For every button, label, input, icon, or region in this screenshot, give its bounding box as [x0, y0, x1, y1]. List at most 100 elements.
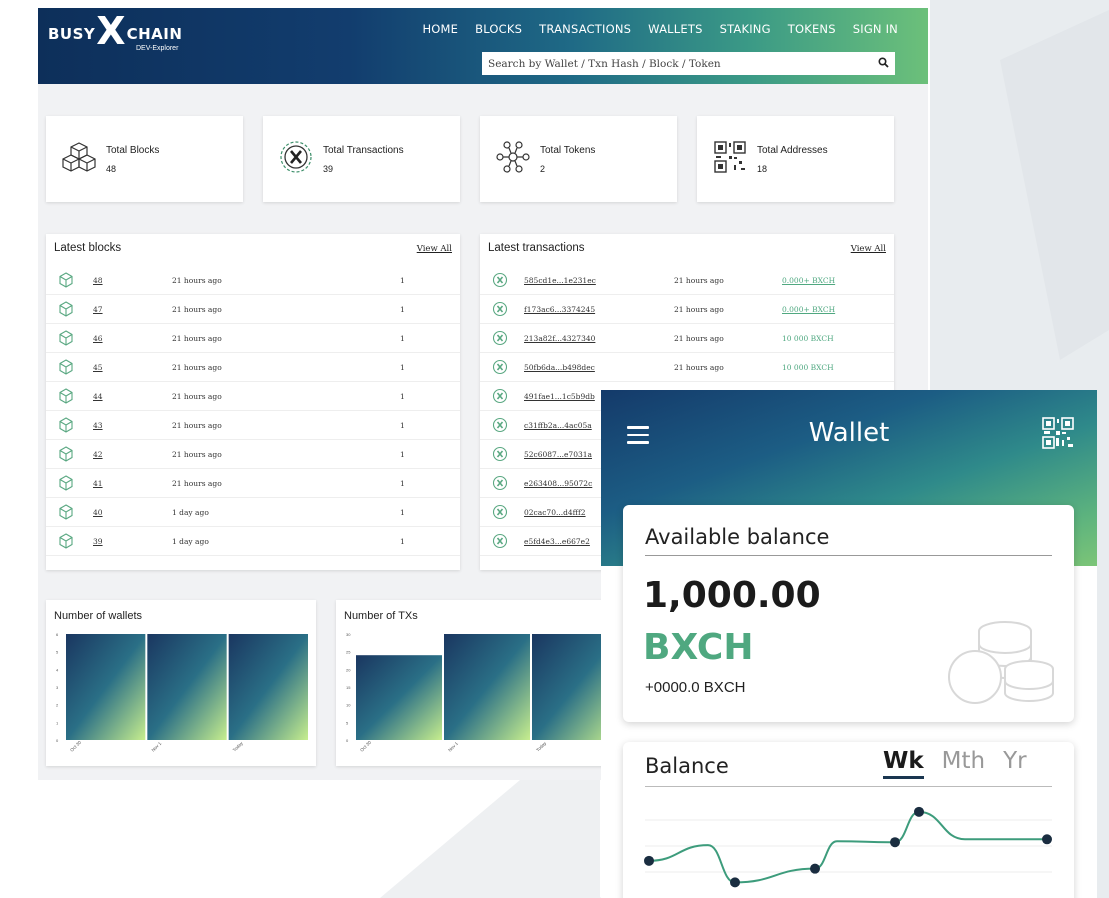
- tx-x-icon: [492, 475, 508, 491]
- bar: [228, 634, 308, 740]
- stat-label: Total Tokens: [540, 145, 596, 156]
- tx-x-icon: [492, 330, 508, 346]
- block-age: 21 hours ago: [172, 420, 222, 430]
- stat-total-addresses: Total Addresses 18: [697, 116, 894, 202]
- search-input[interactable]: [488, 57, 878, 70]
- block-number-link[interactable]: 47: [93, 305, 103, 314]
- block-age: 21 hours ago: [172, 275, 222, 285]
- wallets-chart-card: 0 1 2 3 4 5 6 Oct 30 Nov 1 Today Number of wallet…: [46, 600, 316, 766]
- y-tick-label: 4: [56, 667, 59, 672]
- bar: [147, 634, 227, 740]
- block-number-link[interactable]: 41: [93, 479, 103, 488]
- tx-amount: 0.000+ BXCH: [782, 304, 836, 314]
- tx-hash-link[interactable]: f173ac6...3374245: [524, 305, 595, 314]
- x-tick-label: Oct 30: [359, 739, 372, 752]
- bar: [356, 655, 442, 740]
- coins-icon: [948, 621, 1054, 704]
- view-all-blocks-link[interactable]: View All: [417, 244, 452, 254]
- view-all-transactions-link[interactable]: View All: [851, 244, 886, 254]
- block-tx-count: 1: [400, 449, 405, 459]
- tx-x-icon: [492, 272, 508, 288]
- qr-icon: [714, 141, 746, 173]
- data-point[interactable]: [890, 837, 900, 848]
- nav-home[interactable]: HOME: [422, 22, 458, 36]
- stat-total-transactions: Total Transactions 39: [263, 116, 460, 202]
- block-number-link[interactable]: 44: [93, 392, 103, 401]
- block-cube-icon: [59, 446, 73, 462]
- busychain-logo[interactable]: BUSY X CHAIN: [48, 12, 182, 50]
- tx-hash-link[interactable]: 213a82f...4327340: [524, 334, 595, 343]
- balance-amount: 1,000.00: [643, 575, 821, 616]
- block-age: 21 hours ago: [172, 333, 222, 343]
- block-row: 47 21 hours ago 1: [46, 295, 460, 324]
- block-number-link[interactable]: 45: [93, 363, 103, 372]
- block-cube-icon: [59, 330, 73, 346]
- block-number-link[interactable]: 42: [93, 450, 103, 459]
- block-number-link[interactable]: 48: [93, 276, 103, 285]
- block-cube-icon: [59, 417, 73, 433]
- block-number-link[interactable]: 46: [93, 334, 103, 343]
- block-row: 45 21 hours ago 1: [46, 353, 460, 382]
- data-point[interactable]: [730, 877, 740, 888]
- tx-hash-link[interactable]: 52c6087...e7031a: [524, 450, 592, 459]
- bar: [444, 634, 530, 740]
- block-age: 1 day ago: [172, 507, 209, 517]
- block-tx-count: 1: [400, 333, 405, 343]
- block-number-link[interactable]: 43: [93, 421, 103, 430]
- stat-value: 39: [323, 164, 334, 174]
- balance-currency: BXCH: [643, 627, 754, 668]
- balance-change: +0000.0 BXCH: [645, 679, 746, 696]
- nav-staking[interactable]: STAKING: [720, 22, 771, 36]
- y-tick-label: 3: [56, 685, 59, 690]
- block-row: 41 21 hours ago 1: [46, 469, 460, 498]
- stat-label: Total Transactions: [323, 145, 404, 156]
- data-point[interactable]: [810, 863, 820, 874]
- data-point[interactable]: [1042, 834, 1052, 845]
- block-row: 46 21 hours ago 1: [46, 324, 460, 353]
- block-tx-count: 1: [400, 420, 405, 430]
- tx-hash-link[interactable]: 585cd1e...1e231ec: [524, 276, 596, 285]
- tx-hash-link[interactable]: c31ffb2a...4ac05a: [524, 421, 592, 430]
- block-age: 21 hours ago: [172, 362, 222, 372]
- transaction-row: 213a82f...4327340 21 hours ago 10 000 BXCH: [480, 324, 894, 353]
- latest-blocks-panel: Latest blocks View All 48 21 hours ago 1 47…: [46, 234, 460, 570]
- tx-hash-link[interactable]: e263408...95072c: [524, 479, 592, 488]
- block-cube-icon: [59, 359, 73, 375]
- transaction-row: 585cd1e...1e231ec 21 hours ago 0.000+ BXCH: [480, 266, 894, 295]
- nav-transactions[interactable]: TRANSACTIONS: [539, 22, 631, 36]
- y-tick-label: 30: [346, 632, 351, 637]
- qr-scan-icon[interactable]: [1041, 416, 1075, 450]
- block-age: 21 hours ago: [172, 449, 222, 459]
- block-number-link[interactable]: 39: [93, 537, 103, 546]
- tx-hash-link[interactable]: 02cac70...d4fff2: [524, 508, 586, 517]
- block-row: 43 21 hours ago 1: [46, 411, 460, 440]
- latest-blocks-title: Latest blocks: [54, 242, 122, 254]
- nav-sign-in[interactable]: SIGN IN: [853, 22, 898, 36]
- data-point[interactable]: [644, 855, 654, 866]
- y-tick-label: 5: [346, 720, 349, 725]
- block-tx-count: 1: [400, 478, 405, 488]
- tx-hash-link[interactable]: 491fae1...1c5b9db: [524, 392, 595, 401]
- nav-blocks[interactable]: BLOCKS: [475, 22, 522, 36]
- block-age: 21 hours ago: [172, 391, 222, 401]
- block-row: 42 21 hours ago 1: [46, 440, 460, 469]
- logo-subtitle: DEV-Explorer: [136, 45, 179, 52]
- block-tx-count: 1: [400, 391, 405, 401]
- tx-x-icon: [492, 359, 508, 375]
- nav-wallets[interactable]: WALLETS: [648, 22, 702, 36]
- balance-graph-card: Balance Wk Mth Yr: [623, 742, 1074, 898]
- tx-hash-link[interactable]: e5fd4e3...e667e2: [524, 537, 590, 546]
- stat-total-blocks: Total Blocks 48: [46, 116, 243, 202]
- data-point[interactable]: [914, 806, 924, 817]
- x-tick-label: Nov 1: [447, 741, 459, 753]
- block-number-link[interactable]: 40: [93, 508, 103, 517]
- stat-value: 48: [106, 164, 117, 174]
- block-cube-icon: [59, 504, 73, 520]
- tx-hash-link[interactable]: 50fb6da...b498dec: [524, 363, 595, 372]
- nav-tokens[interactable]: TOKENS: [788, 22, 836, 36]
- tx-amount: 10 000 BXCH: [782, 333, 834, 343]
- search-icon[interactable]: [878, 56, 889, 71]
- block-tx-count: 1: [400, 275, 405, 285]
- explorer-header: BUSY X CHAIN DEV-Explorer HOME BLOCKS TR…: [38, 8, 928, 84]
- y-tick-label: 5: [56, 650, 59, 655]
